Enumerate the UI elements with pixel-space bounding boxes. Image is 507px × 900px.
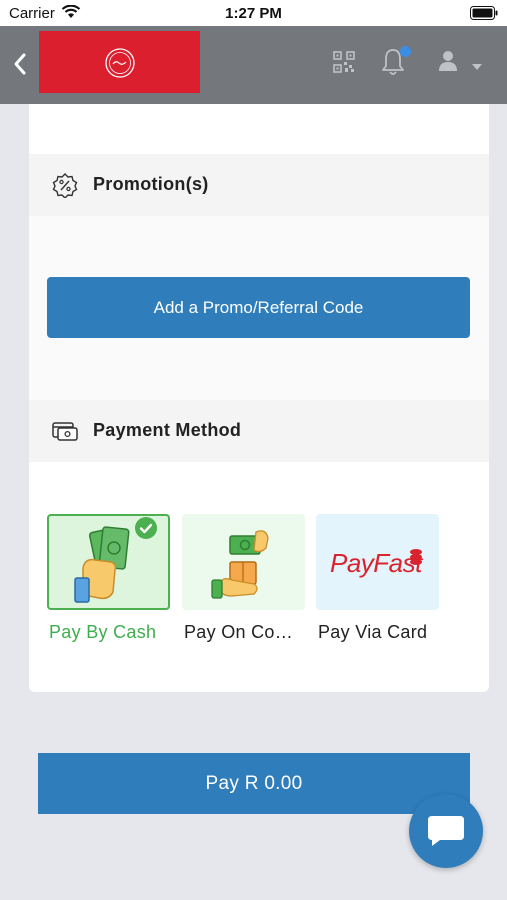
user-icon[interactable]: [438, 50, 458, 72]
chat-bubble-icon: [428, 816, 464, 846]
battery-icon: [470, 6, 498, 24]
payment-method-title: Payment Method: [93, 420, 242, 440]
payment-option-label: Pay Via Card: [318, 622, 428, 642]
discount-badge-icon: [51, 172, 79, 199]
payment-method-header: Payment Method: [29, 400, 489, 462]
brand-logo[interactable]: [39, 31, 200, 93]
top-nav: [0, 26, 507, 104]
caret-down-icon[interactable]: [471, 58, 483, 70]
add-promo-code-button[interactable]: Add a Promo/Referral Code: [47, 277, 470, 338]
chat-button[interactable]: [409, 794, 483, 868]
payment-options: Pay By Cash Pay On Co… PayFast Pay Via C…: [47, 514, 467, 654]
wallet-card-icon: [51, 418, 79, 444]
promotions-title: Promotion(s): [93, 174, 209, 194]
promotions-header: Promotion(s): [29, 154, 489, 216]
pay-button[interactable]: Pay R 0.00: [38, 753, 470, 814]
payment-option-label: Pay By Cash: [49, 622, 157, 642]
selected-check-icon: [135, 517, 157, 539]
payment-option-label: Pay On Co…: [184, 622, 294, 642]
checkout-card: Promotion(s) Add a Promo/Referral Code P…: [29, 104, 489, 692]
qr-code-icon[interactable]: [333, 51, 355, 73]
status-bar: Carrier 1:27 PM: [0, 0, 507, 26]
notification-dot: [400, 46, 411, 57]
chevron-left-icon[interactable]: [10, 50, 30, 78]
payfast-logo[interactable]: PayFast: [316, 514, 439, 610]
pay-on-collection-icon[interactable]: [182, 514, 305, 610]
card-top-strip: [29, 104, 489, 154]
clock: 1:27 PM: [225, 5, 282, 22]
